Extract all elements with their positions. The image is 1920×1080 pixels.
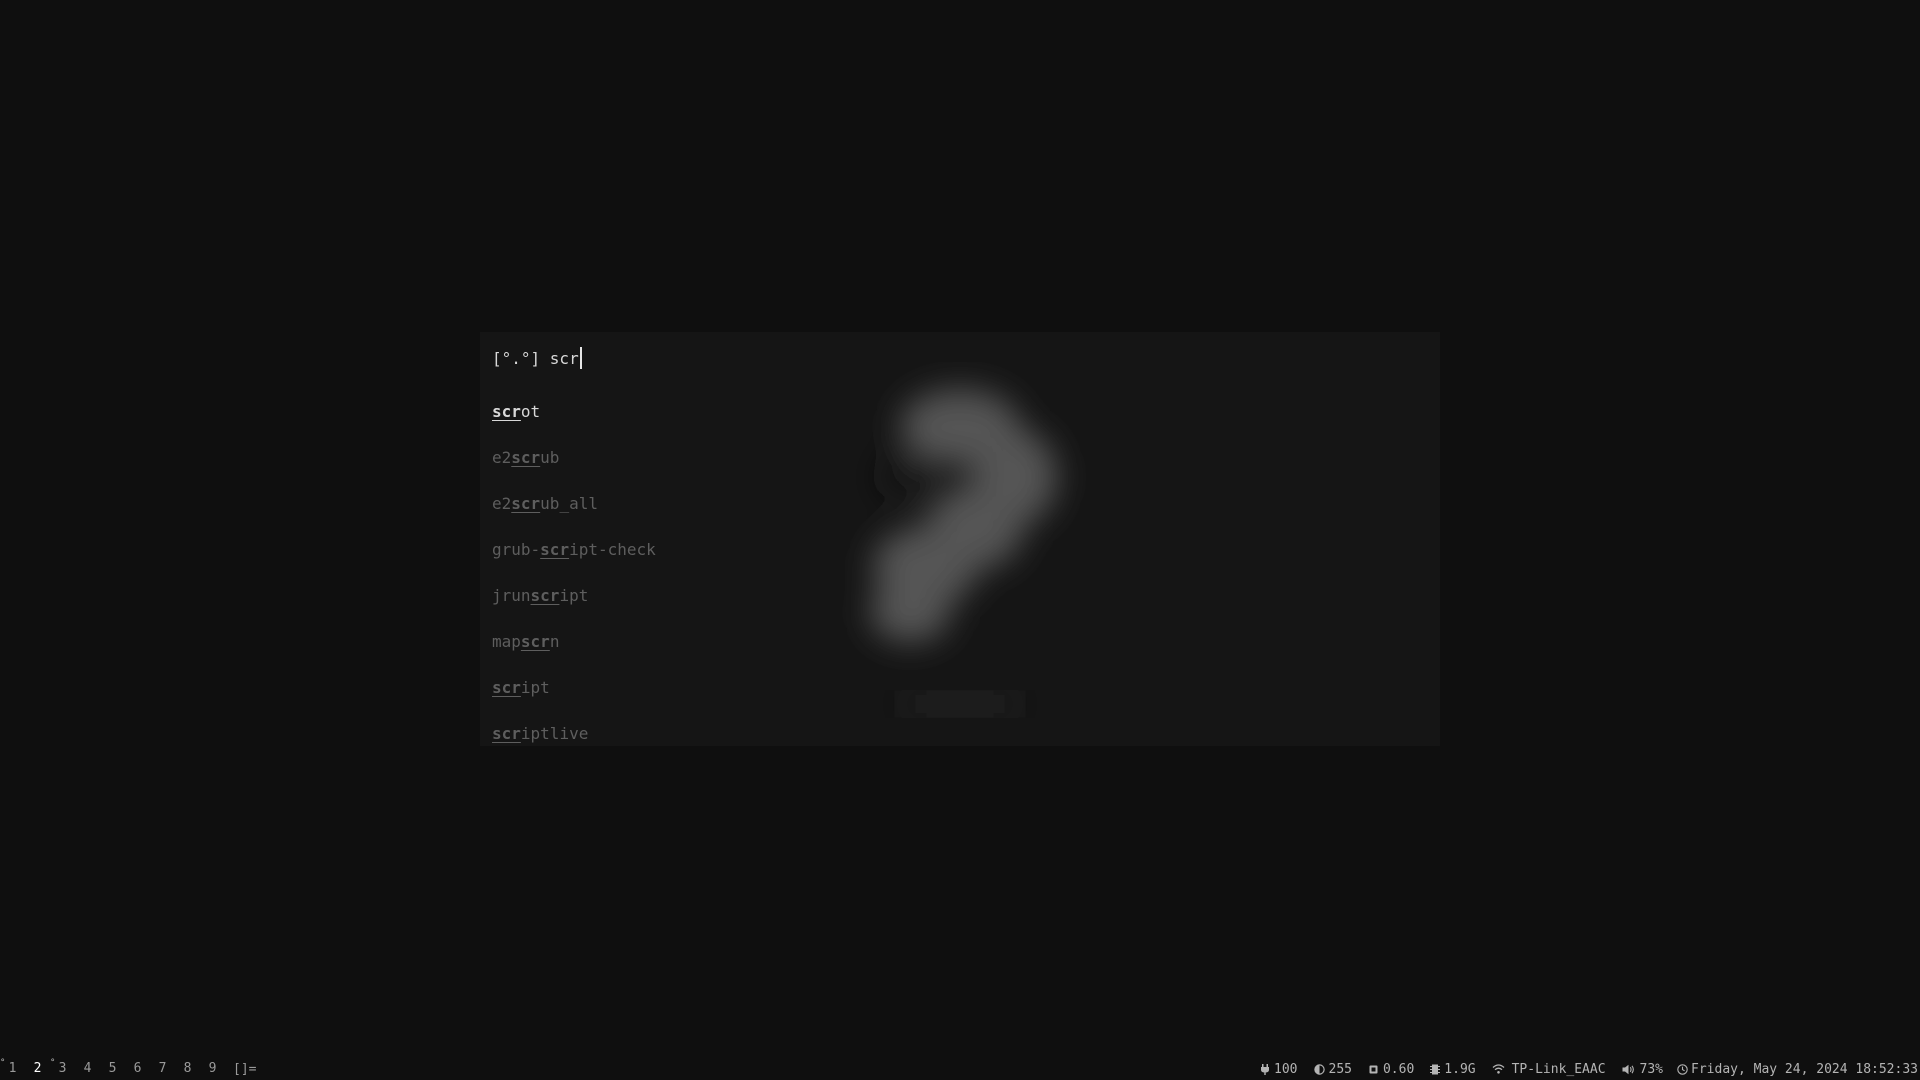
launcher-result-item[interactable]: scrot	[492, 389, 656, 435]
launcher-result-item[interactable]: grub-script-check	[492, 527, 656, 573]
brightness-block: 255	[1313, 1061, 1352, 1077]
memory-value: 1.9G	[1444, 1061, 1476, 1077]
workspace-label: 2	[33, 1061, 42, 1076]
workspace-tag-4[interactable]: 4	[75, 1058, 100, 1080]
clock-block: Friday, May 24, 2024 18:52:33	[1677, 1062, 1918, 1077]
result-text: ub	[540, 448, 560, 467]
result-text: ipt-check	[569, 540, 656, 559]
brightness-icon	[1313, 1063, 1325, 1075]
result-match-text: scr	[492, 678, 521, 697]
result-match-text: scr	[530, 586, 560, 605]
memory-icon	[1430, 1064, 1441, 1074]
status-bar: ° 1 2 ° 3 4 5 6 7 8 9 []= 100 255 0.60 1…	[0, 1058, 1920, 1080]
occupied-indicator: °	[50, 1058, 56, 1068]
workspace-label: 8	[183, 1061, 192, 1076]
memory-block: 1.9G	[1430, 1061, 1476, 1077]
cpu-block: 0.60	[1368, 1062, 1414, 1077]
result-match-text: scr	[511, 448, 541, 467]
launcher-result-item[interactable]: scriptlive	[492, 711, 656, 746]
result-text: iptlive	[520, 724, 589, 743]
workspace-label: 9	[208, 1061, 217, 1076]
clock-value: Friday, May 24, 2024 18:52:33	[1691, 1061, 1918, 1077]
result-text: e2	[492, 494, 512, 513]
result-match-text: scr	[492, 724, 521, 743]
workspace-label: 7	[158, 1061, 167, 1076]
workspace-tag-6[interactable]: 6	[125, 1058, 150, 1080]
result-text: e2	[492, 448, 512, 467]
prompt-symbol: [°.°]	[492, 348, 550, 368]
battery-block: 100	[1260, 1061, 1298, 1077]
workspace-tag-9[interactable]: 9	[200, 1058, 225, 1080]
app-launcher[interactable]: [°.°] scr scrot e2scrub e2scrub_all grub-sc…	[480, 332, 1440, 746]
workspace-tag-8[interactable]: 8	[175, 1058, 200, 1080]
occupied-indicator: °	[0, 1058, 6, 1068]
workspace-switcher: ° 1 2 ° 3 4 5 6 7 8 9 []=	[0, 1058, 256, 1080]
result-text: ot	[520, 402, 541, 421]
blurred-logo-image	[870, 389, 1057, 711]
launcher-result-item[interactable]: e2scrub_all	[492, 481, 656, 527]
cpu-value: 0.60	[1382, 1061, 1415, 1077]
volume-value: 73%	[1639, 1061, 1664, 1077]
workspace-tag-7[interactable]: 7	[150, 1058, 175, 1080]
volume-block[interactable]: 73%	[1622, 1062, 1663, 1077]
launcher-result-item[interactable]: script	[492, 665, 656, 711]
layout-indicator[interactable]: []=	[233, 1062, 256, 1077]
workspace-tag-5[interactable]: 5	[100, 1058, 125, 1080]
launcher-input-row[interactable]: [°.°] scr	[492, 343, 582, 373]
clock-icon	[1677, 1063, 1688, 1075]
launcher-result-item[interactable]: jrunscript	[492, 573, 656, 619]
result-text: ipt	[520, 678, 550, 697]
result-text: map	[492, 632, 521, 651]
search-input[interactable]: scr	[550, 349, 579, 368]
workspace-tag-2[interactable]: 2	[25, 1058, 50, 1080]
text-cursor	[579, 347, 582, 369]
desktop: [°.°] scr scrot e2scrub e2scrub_all grub-sc…	[0, 0, 1920, 1080]
launcher-result-item[interactable]: e2scrub	[492, 435, 656, 481]
launcher-result-item[interactable]: mapscrn	[492, 619, 656, 665]
result-match-text: scr	[540, 540, 570, 559]
workspace-label: 5	[108, 1061, 117, 1076]
brightness-value: 255	[1328, 1061, 1352, 1077]
workspace-label: 1	[8, 1061, 17, 1076]
wifi-ssid: TP-Link_EAAC	[1511, 1061, 1606, 1077]
wifi-icon	[1492, 1064, 1505, 1074]
result-text: ipt	[559, 586, 589, 605]
workspace-tag-1[interactable]: ° 1	[0, 1058, 25, 1080]
workspace-label: 3	[58, 1061, 67, 1076]
result-match-text: scr	[492, 402, 521, 421]
plug-icon	[1261, 1063, 1270, 1075]
result-text: jrun	[492, 586, 531, 605]
speaker-icon	[1622, 1064, 1634, 1074]
workspace-label: 6	[133, 1061, 142, 1076]
result-match-text: scr	[520, 632, 550, 651]
status-blocks: 100 255 0.60 1.9G TP-Link_EAAC 73% Frida…	[1244, 1058, 1918, 1080]
results-list: scrot e2scrub e2scrub_all grub-script-check…	[492, 389, 656, 746]
result-text: ub_all	[540, 494, 598, 513]
result-text: n	[549, 632, 560, 651]
battery-value: 100	[1274, 1061, 1298, 1077]
workspace-tag-3[interactable]: ° 3	[50, 1058, 75, 1080]
workspace-label: 4	[83, 1061, 92, 1076]
wifi-block[interactable]: TP-Link_EAAC	[1492, 1062, 1606, 1077]
result-match-text: scr	[511, 494, 541, 513]
cpu-icon	[1369, 1065, 1378, 1073]
result-text: grub-	[492, 540, 541, 559]
